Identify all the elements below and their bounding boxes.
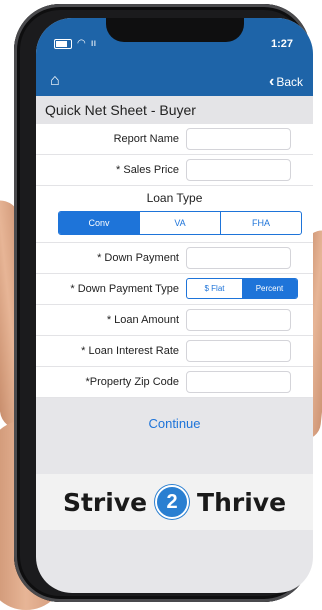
loan-type-va[interactable]: VA bbox=[140, 212, 221, 234]
phone-screen: ◠ ıı 1:27 ⌂ ‹ Back Quick Net Sheet - Buy… bbox=[36, 18, 313, 593]
report-name-input[interactable] bbox=[186, 128, 291, 150]
strive-2-thrive-logo: Strive 2 Thrive bbox=[36, 474, 313, 530]
down-payment-row: * Down Payment bbox=[36, 243, 313, 274]
loan-interest-rate-label: * Loan Interest Rate bbox=[81, 345, 179, 357]
down-payment-input[interactable] bbox=[186, 247, 291, 269]
status-time: 1:27 bbox=[270, 38, 293, 50]
status-indicators: ◠ ıı bbox=[54, 38, 96, 49]
continue-button[interactable]: Continue bbox=[36, 416, 313, 431]
loan-type-row: Conv VA FHA bbox=[36, 210, 313, 243]
logo-word-left: Strive bbox=[62, 487, 148, 517]
loan-amount-row: * Loan Amount bbox=[36, 305, 313, 336]
property-zip-input[interactable] bbox=[186, 371, 291, 393]
report-name-row: Report Name bbox=[36, 124, 313, 155]
down-payment-label: * Down Payment bbox=[97, 252, 179, 264]
property-zip-label: *Property Zip Code bbox=[85, 376, 179, 388]
loan-amount-input[interactable] bbox=[186, 309, 291, 331]
down-payment-type-segmented: $ Flat Percent bbox=[186, 278, 298, 299]
down-payment-type-label: * Down Payment Type bbox=[70, 283, 179, 295]
loan-type-fha[interactable]: FHA bbox=[221, 212, 301, 234]
page-title-bar: Quick Net Sheet - Buyer bbox=[36, 96, 313, 125]
loan-type-heading: Loan Type bbox=[146, 191, 203, 205]
signal-icon: ıı bbox=[90, 38, 97, 49]
phone-frame: ◠ ıı 1:27 ⌂ ‹ Back Quick Net Sheet - Buy… bbox=[14, 4, 313, 602]
chevron-left-icon: ‹ bbox=[268, 73, 275, 90]
logo-badge: 2 bbox=[155, 485, 190, 519]
back-button[interactable]: ‹ Back bbox=[269, 73, 303, 91]
battery-icon bbox=[54, 38, 72, 49]
wifi-icon: ◠ bbox=[77, 38, 86, 49]
loan-amount-label: * Loan Amount bbox=[106, 314, 179, 326]
down-payment-percent[interactable]: Percent bbox=[242, 279, 297, 298]
status-bar: ◠ ıı 1:27 bbox=[36, 18, 313, 66]
down-payment-type-row: * Down Payment Type $ Flat Percent bbox=[36, 274, 313, 305]
net-sheet-form: Report Name * Sales Price Loan Type Conv… bbox=[36, 124, 313, 398]
page-title: Quick Net Sheet - Buyer bbox=[45, 102, 196, 118]
loan-type-segmented: Conv VA FHA bbox=[58, 211, 302, 235]
report-name-label: Report Name bbox=[113, 133, 179, 145]
loan-type-conv[interactable]: Conv bbox=[59, 212, 140, 234]
back-label: Back bbox=[276, 75, 303, 89]
loan-interest-rate-row: * Loan Interest Rate bbox=[36, 336, 313, 367]
loan-interest-rate-input[interactable] bbox=[186, 340, 291, 362]
sales-price-row: * Sales Price bbox=[36, 155, 313, 186]
sales-price-label: * Sales Price bbox=[116, 164, 179, 176]
sales-price-input[interactable] bbox=[186, 159, 291, 181]
notch bbox=[106, 18, 244, 42]
nav-bar: ⌂ ‹ Back bbox=[36, 66, 313, 96]
logo-word-right: Thrive bbox=[197, 487, 287, 517]
home-icon[interactable]: ⌂ bbox=[50, 72, 60, 90]
property-zip-row: *Property Zip Code bbox=[36, 367, 313, 398]
down-payment-flat[interactable]: $ Flat bbox=[187, 279, 242, 298]
